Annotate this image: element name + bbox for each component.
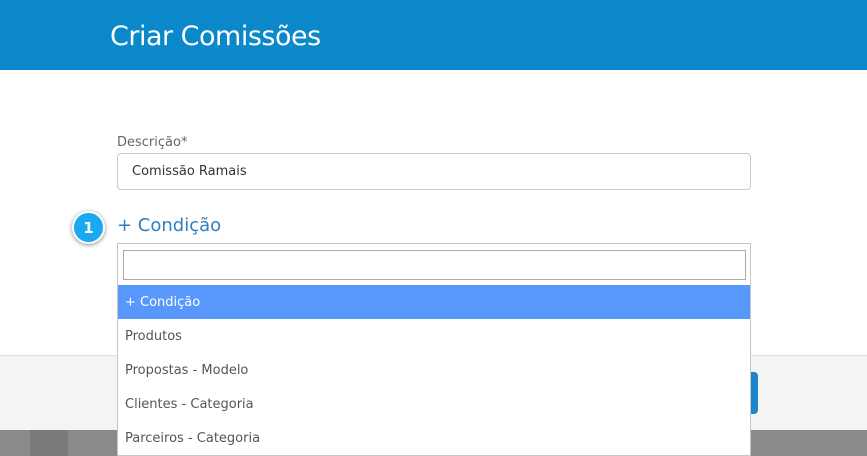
dropdown-option-clientes-categoria[interactable]: Clientes - Categoria — [118, 387, 750, 421]
dropdown-option-propostas-modelo[interactable]: Propostas - Modelo — [118, 353, 750, 387]
page-header: Criar Comissões — [0, 0, 867, 70]
dropdown-option-produtos[interactable]: Produtos — [118, 319, 750, 353]
description-input[interactable] — [117, 153, 751, 190]
dropdown-search-input[interactable] — [123, 250, 746, 280]
step-badge: 1 — [72, 211, 105, 244]
dropdown-option-parceiros-categoria[interactable]: Parceiros - Categoria — [118, 421, 750, 455]
condition-dropdown: + Condição Produtos Propostas - Modelo C… — [117, 243, 751, 456]
page-title: Criar Comissões — [110, 21, 321, 52]
dropdown-option-condicao[interactable]: + Condição — [118, 285, 750, 319]
description-label: Descrição* — [117, 135, 188, 150]
add-condition-link[interactable]: + Condição — [117, 215, 221, 236]
bottom-strip-segment — [30, 430, 68, 456]
